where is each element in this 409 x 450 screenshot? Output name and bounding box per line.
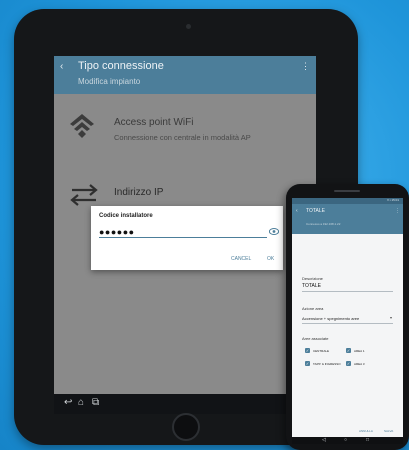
back-arrow-icon[interactable]: ‹ <box>60 61 63 72</box>
checkbox-area-3[interactable]: ✓ <box>346 361 351 366</box>
action-label: Azione area <box>302 306 324 311</box>
option-subtitle: Connessione con centrale in modalità AP <box>114 133 251 142</box>
select-value: Accensione + spegnimento aree <box>302 316 360 321</box>
checkbox-label: AREA 3 <box>354 362 365 366</box>
tablet-navbar: ↩ ⌂ ⧉ <box>54 394 316 414</box>
checkbox-label: AREA 1 <box>354 349 365 353</box>
eye-icon[interactable] <box>269 228 279 235</box>
tablet-camera <box>186 24 191 29</box>
cancel-button[interactable]: CANCEL <box>231 256 251 262</box>
ok-button[interactable]: OK <box>267 256 274 262</box>
description-input[interactable]: TOTALE <box>302 283 321 289</box>
status-text: ▾ ▪ 15:01 <box>387 198 399 202</box>
tablet-screen: ‹ Tipo connessione Modifica impianto ⋮ A… <box>54 56 316 414</box>
overflow-menu-icon[interactable]: ⋮ <box>301 61 310 72</box>
installer-code-dialog: Codice installatore ●●●●●● CANCEL OK <box>91 206 283 270</box>
phone-speaker <box>334 190 360 192</box>
nav-recent-icon[interactable]: □ <box>366 437 369 443</box>
checkbox-area-1[interactable]: ✓ <box>346 348 351 353</box>
phone-appbar: ‹ TOTALE ⋮ Connesso a 192.168.1.22 <box>292 204 403 234</box>
nav-recent-icon[interactable]: ⧉ <box>92 397 99 408</box>
nav-home-icon[interactable]: ○ <box>344 437 347 443</box>
nav-home-icon[interactable]: ⌂ <box>78 397 84 408</box>
option-title: Access point WiFi <box>114 117 194 128</box>
dropdown-arrow-icon: ▾ <box>389 315 392 320</box>
wifi-icon <box>70 114 94 138</box>
page-title: Tipo connessione <box>78 60 164 72</box>
tablet-home-button[interactable] <box>172 413 200 441</box>
checkbox-tapp-ingresso[interactable]: ✓ <box>305 361 310 366</box>
arrows-icon <box>70 184 98 206</box>
checkbox-label: CENTRALE <box>313 349 330 353</box>
overflow-menu-icon[interactable]: ⋮ <box>395 208 400 214</box>
action-select[interactable]: Accensione + spegnimento aree ▾ <box>302 314 393 324</box>
option-title: Indirizzo IP <box>114 187 164 198</box>
phone-device: ▾ ▪ 15:01 ‹ TOTALE ⋮ Connesso a 192.168.… <box>286 184 409 450</box>
page-subtitle: Connesso a 192.168.1.22 <box>306 222 341 226</box>
checkbox-centrale[interactable]: ✓ <box>305 348 310 353</box>
dialog-title: Codice installatore <box>99 213 153 219</box>
password-input[interactable]: ●●●●●● <box>99 227 135 237</box>
page-subtitle: Modifica impianto <box>78 77 141 86</box>
phone-navbar: ◁ ○ □ <box>292 437 403 444</box>
cancel-button[interactable]: ANNULLA <box>359 429 373 433</box>
tablet-appbar: ‹ Tipo connessione Modifica impianto ⋮ <box>54 56 316 94</box>
areas-label: Aree associate <box>302 336 329 341</box>
description-label: Descrizione <box>302 276 323 281</box>
input-underline <box>99 237 267 238</box>
input-underline <box>302 291 393 292</box>
save-button[interactable]: SALVA <box>384 429 393 433</box>
nav-back-icon[interactable]: ↩ <box>64 397 72 408</box>
back-arrow-icon[interactable]: ‹ <box>296 208 298 214</box>
phone-screen: ▾ ▪ 15:01 ‹ TOTALE ⋮ Connesso a 192.168.… <box>292 198 403 444</box>
checkbox-label: TAPP. & INGRESSO <box>313 362 341 366</box>
nav-back-icon[interactable]: ◁ <box>322 437 326 443</box>
page-title: TOTALE <box>306 208 325 214</box>
